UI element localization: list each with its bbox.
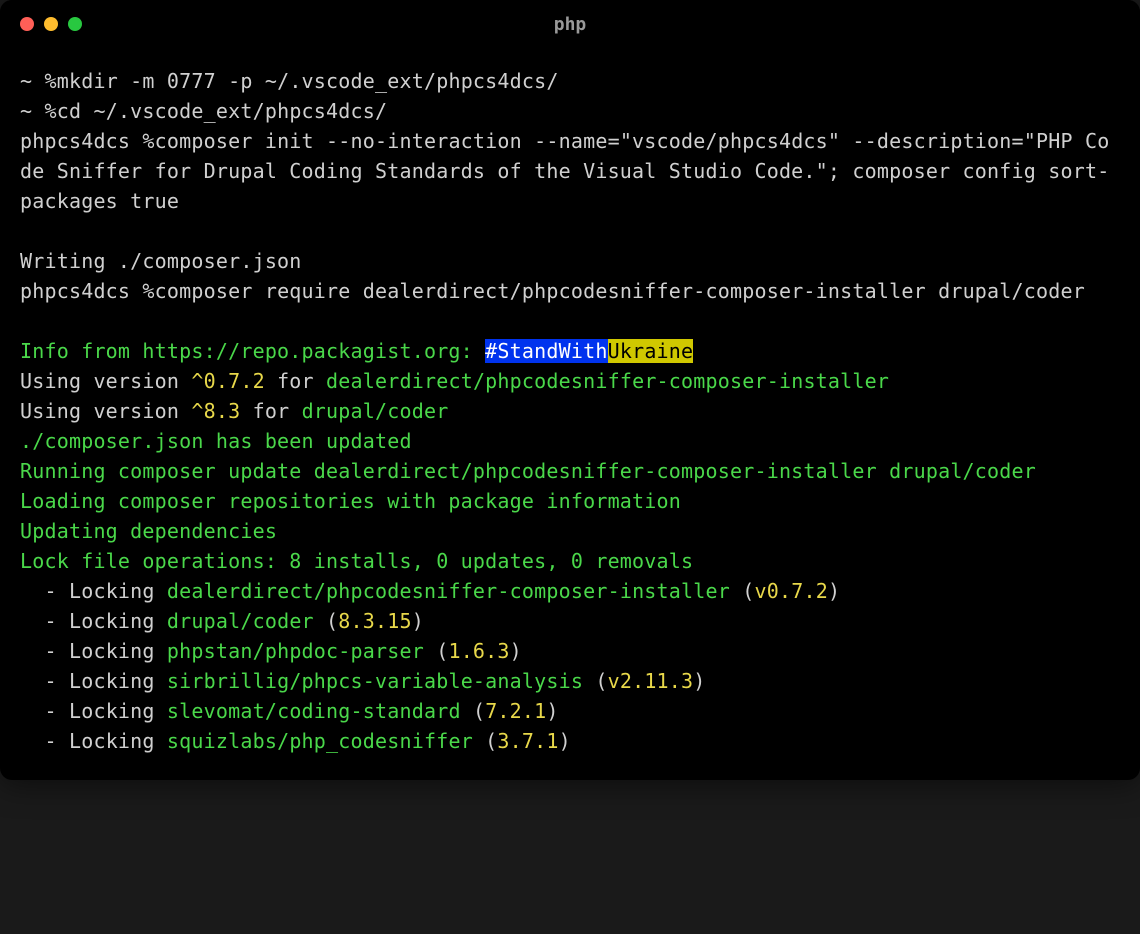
lock-package: phpstan/phpdoc-parser [167, 639, 424, 663]
lock-line: - Locking dealerdirect/phpcodesniffer-co… [20, 576, 1120, 606]
titlebar: php [0, 0, 1140, 48]
terminal-line: Lock file operations: 8 installs, 0 upda… [20, 546, 1120, 576]
command-text: composer init --no-interaction --name="v… [20, 129, 1109, 213]
output-text: Writing ./composer.json [20, 249, 302, 273]
traffic-lights [20, 17, 82, 31]
prompt: ~ % [20, 69, 57, 93]
maximize-icon[interactable] [68, 17, 82, 31]
lock-prefix: - Locking [20, 669, 167, 693]
lock-version: 8.3.15 [338, 609, 411, 633]
paren-open: ( [424, 639, 448, 663]
output-text: ./composer.json has been updated [20, 429, 412, 453]
lock-prefix: - Locking [20, 639, 167, 663]
lock-version: 7.2.1 [485, 699, 546, 723]
terminal-line: Loading composer repositories with packa… [20, 486, 1120, 516]
lock-version: 1.6.3 [448, 639, 509, 663]
terminal-line: phpcs4dcs %composer require dealerdirect… [20, 276, 1120, 306]
blank-line [20, 216, 1120, 246]
terminal-window: php ~ %mkdir -m 0777 -p ~/.vscode_ext/ph… [0, 0, 1140, 780]
output-text: Loading composer repositories with packa… [20, 489, 681, 513]
output-text: for [265, 369, 326, 393]
paren-close: ) [693, 669, 705, 693]
lock-prefix: - Locking [20, 579, 167, 603]
terminal-line: ./composer.json has been updated [20, 426, 1120, 456]
terminal-line: ~ %cd ~/.vscode_ext/phpcs4dcs/ [20, 96, 1120, 126]
version-text: ^0.7.2 [191, 369, 264, 393]
paren-close: ) [412, 609, 424, 633]
paren-close: ) [828, 579, 840, 603]
output-text: Lock file operations: 8 installs, 0 upda… [20, 549, 693, 573]
paren-open: ( [730, 579, 754, 603]
command-text: cd ~/.vscode_ext/phpcs4dcs/ [57, 99, 388, 123]
paren-open: ( [314, 609, 338, 633]
paren-open: ( [473, 729, 497, 753]
output-text: Running composer update dealerdirect/php… [20, 459, 1036, 483]
paren-close: ) [510, 639, 522, 663]
banner-yellow: Ukraine [608, 339, 694, 363]
lock-prefix: - Locking [20, 609, 167, 633]
lock-package: squizlabs/php_codesniffer [167, 729, 473, 753]
output-text: Updating dependencies [20, 519, 277, 543]
paren-open: ( [583, 669, 607, 693]
lock-version: v0.7.2 [754, 579, 827, 603]
terminal-line: Using version ^8.3 for drupal/coder [20, 396, 1120, 426]
package-text: drupal/coder [302, 399, 449, 423]
terminal-line: Using version ^0.7.2 for dealerdirect/ph… [20, 366, 1120, 396]
lock-line: - Locking squizlabs/php_codesniffer (3.7… [20, 726, 1120, 756]
minimize-icon[interactable] [44, 17, 58, 31]
output-text: Using version [20, 399, 191, 423]
close-icon[interactable] [20, 17, 34, 31]
lock-package: sirbrillig/phpcs-variable-analysis [167, 669, 583, 693]
terminal-line: Updating dependencies [20, 516, 1120, 546]
paren-close: ) [559, 729, 571, 753]
package-text: dealerdirect/phpcodesniffer-composer-ins… [326, 369, 889, 393]
lock-line: - Locking phpstan/phpdoc-parser (1.6.3) [20, 636, 1120, 666]
prompt: phpcs4dcs % [20, 279, 155, 303]
lock-package: dealerdirect/phpcodesniffer-composer-ins… [167, 579, 730, 603]
output-text: for [240, 399, 301, 423]
terminal-line: ~ %mkdir -m 0777 -p ~/.vscode_ext/phpcs4… [20, 66, 1120, 96]
command-text: composer require dealerdirect/phpcodesni… [155, 279, 1085, 303]
paren-close: ) [546, 699, 558, 723]
locks-list: - Locking dealerdirect/phpcodesniffer-co… [20, 576, 1120, 756]
blank-line [20, 306, 1120, 336]
version-text: ^8.3 [191, 399, 240, 423]
terminal-line: Info from https://repo.packagist.org: #S… [20, 336, 1120, 366]
lock-prefix: - Locking [20, 729, 167, 753]
output-text: Info from https://repo.packagist.org: [20, 339, 485, 363]
lock-package: slevomat/coding-standard [167, 699, 461, 723]
lock-package: drupal/coder [167, 609, 314, 633]
terminal-line: Running composer update dealerdirect/php… [20, 456, 1120, 486]
terminal-line: Writing ./composer.json [20, 246, 1120, 276]
window-title: php [554, 14, 587, 35]
terminal-body[interactable]: ~ %mkdir -m 0777 -p ~/.vscode_ext/phpcs4… [0, 48, 1140, 780]
banner-blue: #StandWith [485, 339, 607, 363]
lock-line: - Locking sirbrillig/phpcs-variable-anal… [20, 666, 1120, 696]
command-text: mkdir -m 0777 -p ~/.vscode_ext/phpcs4dcs… [57, 69, 559, 93]
output-text: Using version [20, 369, 191, 393]
lock-line: - Locking drupal/coder (8.3.15) [20, 606, 1120, 636]
terminal-line: phpcs4dcs %composer init --no-interactio… [20, 126, 1120, 216]
prompt: phpcs4dcs % [20, 129, 155, 153]
lock-prefix: - Locking [20, 699, 167, 723]
lock-line: - Locking slevomat/coding-standard (7.2.… [20, 696, 1120, 726]
paren-open: ( [461, 699, 485, 723]
lock-version: v2.11.3 [608, 669, 694, 693]
lock-version: 3.7.1 [497, 729, 558, 753]
prompt: ~ % [20, 99, 57, 123]
